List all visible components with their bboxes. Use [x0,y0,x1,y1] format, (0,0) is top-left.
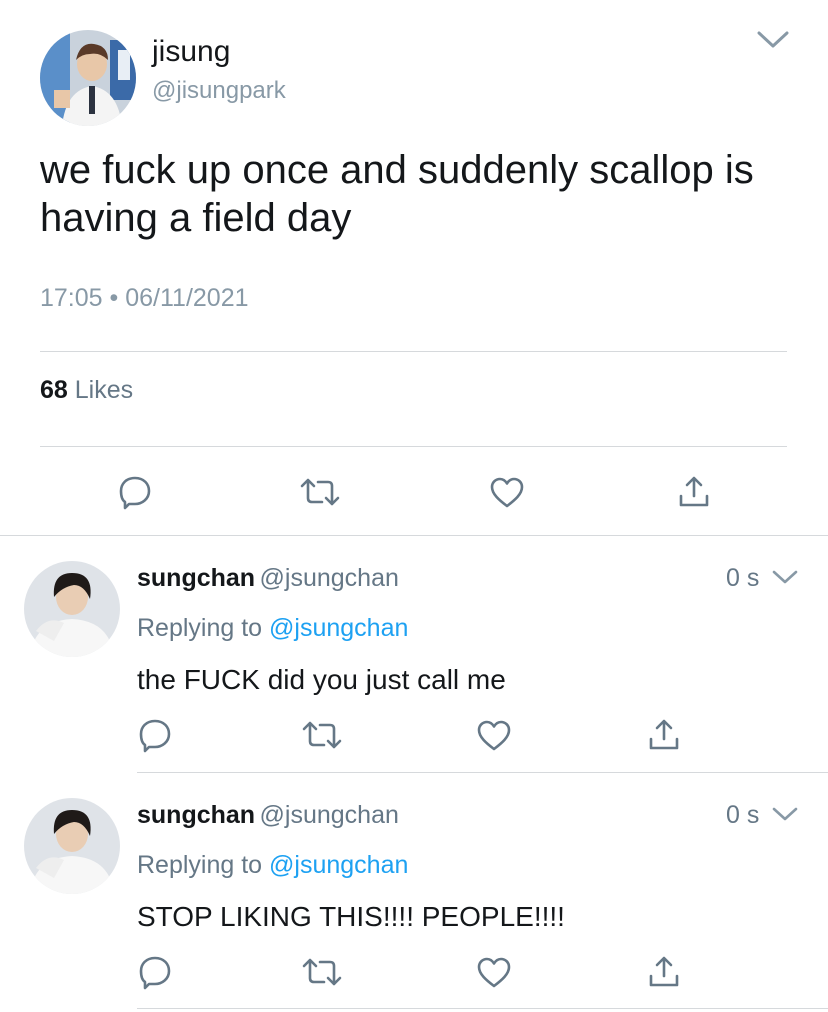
replying-to: Replying to @jsungchan [137,614,408,643]
divider [40,351,787,352]
tweet-date: 06/11/2021 [125,284,249,312]
chevron-down-icon[interactable] [772,807,798,823]
timestamp-separator: • [109,284,119,312]
likes-count: 68 [40,376,68,404]
replying-to-label: Replying to [137,614,263,642]
reply-text: the FUCK did you just call me [137,664,506,695]
reply-avatar[interactable] [24,561,120,657]
reply-icon[interactable] [117,474,153,510]
retweet-icon[interactable] [300,476,340,508]
tweet-timestamp: 17:05 • 06/11/2021 [40,284,249,313]
likes-stat[interactable]: 68 Likes [40,376,133,405]
chevron-down-icon[interactable] [772,570,798,586]
reply-author-handle[interactable]: @jsungchan [260,564,399,592]
chevron-down-icon[interactable] [756,30,790,50]
retweet-icon[interactable] [302,956,342,988]
reply-header: sungchan @jsungchan [137,564,399,593]
reply-header: sungchan @jsungchan [137,801,399,830]
reply-icon[interactable] [137,717,173,753]
retweet-icon[interactable] [302,719,342,751]
reply-icon[interactable] [137,954,173,990]
like-icon[interactable] [476,719,512,751]
author-name[interactable]: jisung [152,34,230,70]
reply-text: STOP LIKING THIS!!!! PEOPLE!!!! [137,901,565,932]
likes-label: Likes [74,376,134,404]
share-icon[interactable] [678,474,710,508]
divider [137,1008,828,1009]
reply-avatar[interactable] [24,798,120,894]
like-icon[interactable] [489,476,525,508]
reply-author-name[interactable]: sungchan [137,564,255,592]
tweet-time: 17:05 [40,284,103,312]
share-icon[interactable] [648,717,680,751]
reply-author-handle[interactable]: @jsungchan [260,801,399,829]
author-handle[interactable]: @jisungpark [152,76,286,106]
tweet-text: we fuck up once and suddenly scallop is … [40,148,754,240]
like-icon[interactable] [476,956,512,988]
replying-to-link[interactable]: @jsungchan [269,614,408,642]
divider [0,535,828,536]
author-avatar[interactable] [40,30,136,126]
replying-to: Replying to @jsungchan [137,851,408,880]
replying-to-label: Replying to [137,851,263,879]
replying-to-link[interactable]: @jsungchan [269,851,408,879]
reply-age: 0 s [726,564,760,592]
reply-age: 0 s [726,801,760,829]
share-icon[interactable] [648,954,680,988]
divider [40,446,787,447]
divider [137,772,828,773]
reply-author-name[interactable]: sungchan [137,801,255,829]
